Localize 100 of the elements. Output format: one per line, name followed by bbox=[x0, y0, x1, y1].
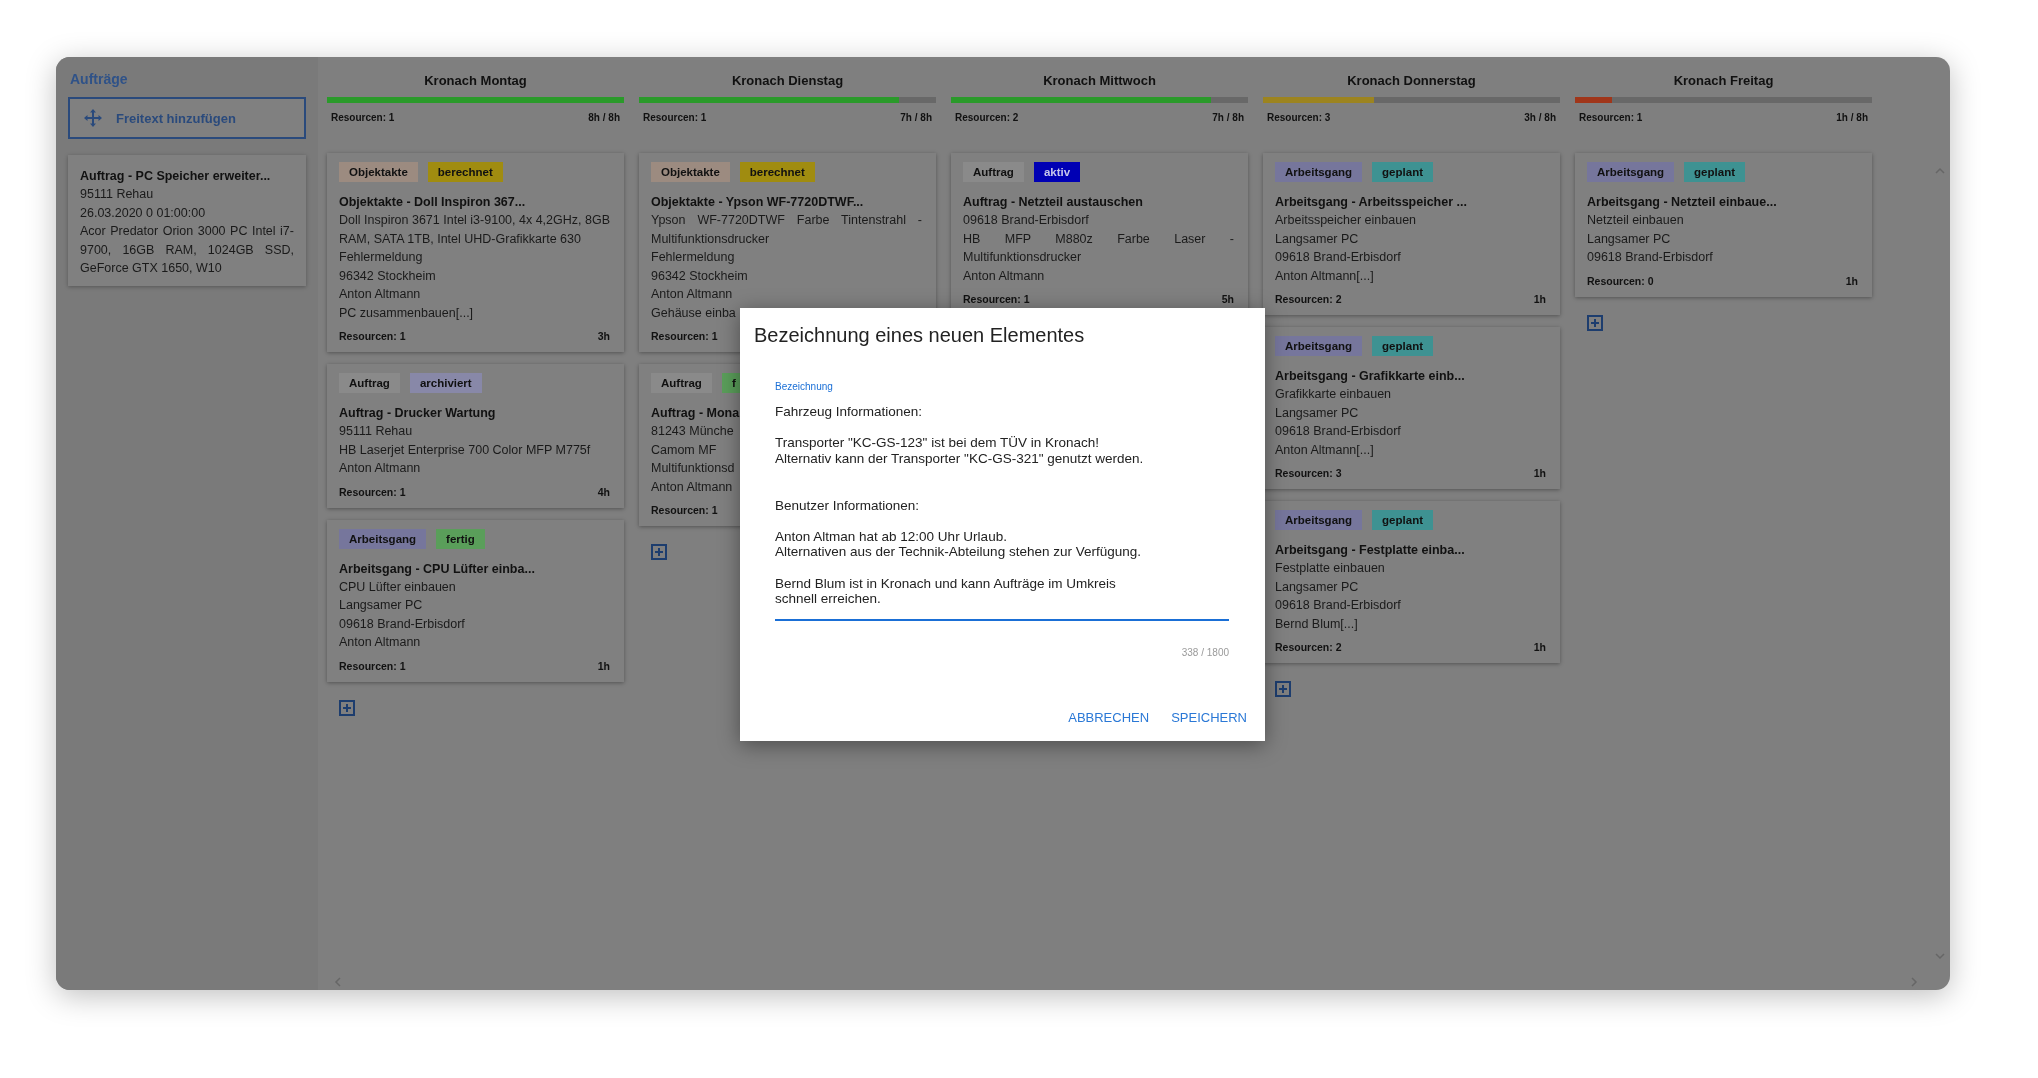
field-label: Bezeichnung bbox=[775, 381, 833, 392]
add-card-icon[interactable] bbox=[1275, 681, 1291, 697]
add-card-icon[interactable] bbox=[1587, 314, 1603, 331]
add-card-icon[interactable] bbox=[339, 699, 355, 716]
order-card[interactable]: Auftrag - PC Speicher erweiter... 95111 Rehau 26.03.2020 0 01:00:00 Acor Predator Orion 3000 PC Intel i7-9700, 16GB RAM, 1024GB SSD, GeForce GTX 1650, W10 bbox=[68, 155, 306, 286]
card-text: Grafikkarte einbauen bbox=[1275, 386, 1392, 403]
scroll-left-icon[interactable] bbox=[332, 976, 344, 988]
card-text: 81243 Münche bbox=[651, 423, 734, 440]
hours-label: 7h / 8h bbox=[1212, 112, 1244, 125]
tag: Arbeitsgang bbox=[1275, 162, 1363, 182]
resource-count: Resourcen: 3 bbox=[1275, 467, 1342, 479]
task-card[interactable]: Arbeitsgang fertig Arbeitsgang - CPU Lüfter einba... CPU Lüfter einbauen Langsamer PC 09618 Brand-Erbisdorf Anton Altmann Resourcen: 1 1h bbox=[327, 519, 624, 682]
card-text: 95111 Rehau bbox=[339, 423, 413, 440]
card-text: 09618 Brand-Erbisdorf bbox=[1275, 423, 1401, 440]
card-text: Camom MF bbox=[651, 441, 717, 459]
tag: berechnet bbox=[739, 162, 815, 182]
hours-label: 4h bbox=[597, 485, 610, 498]
column-title: Kronach Mittwoch bbox=[1042, 73, 1157, 90]
card-text: Anton Altmann bbox=[339, 286, 421, 303]
card-title: Auftrag - Netzteil austauschen bbox=[963, 194, 1143, 211]
task-card[interactable]: Arbeitsgang geplant Arbeitsgang - Netzteil einbaue... Netzteil einbauen Langsamer PC 09618 Brand-Erbisdorf Resourcen: 0 1h bbox=[1575, 153, 1872, 297]
card-text: Anton Altmann bbox=[651, 478, 733, 496]
tag: archiviert bbox=[409, 373, 482, 393]
card-text: Langsamer PC bbox=[339, 597, 423, 614]
task-card[interactable]: Auftrag archiviert Auftrag - Drucker Wartung 95111 Rehau HB Laserjet Enterprise 700 Color MFP M775f Anton Altmann Resourcen: 1 4h bbox=[327, 364, 624, 508]
card-text: Ypson WF-7720DTWF Farbe Tintenstrahl - Multifunktionsdrucker bbox=[651, 212, 922, 248]
tag: geplant bbox=[1372, 510, 1433, 530]
card-text: Netzteil einbauen bbox=[1587, 212, 1684, 229]
card-text: Acor Predator Orion 3000 PC Intel i7-9700, 16GB RAM, 1024GB SSD, GeForce GTX 1650, W10 bbox=[80, 223, 294, 277]
card-text: 09618 Brand-Erbisdorf bbox=[1587, 249, 1713, 266]
card-title: Objektakte - Doll Inspiron 367... bbox=[339, 194, 526, 211]
hours-label: 3h bbox=[597, 330, 610, 342]
card-text: Anton Altmann bbox=[651, 286, 733, 303]
card-text: Langsamer PC bbox=[1587, 230, 1671, 248]
card-text: 96342 Stockheim bbox=[651, 267, 748, 285]
field-value: Fahrzeug Informationen: Transporter "KC-GS-123" ist bei dem TÜV in Kronach! Alternativ kann der Transporter "KC-GS-321" genutzt werden. Benutzer Informationen: Anton Altman hat ab 12:00 Uhr Urlaub. Alternativen aus der Technik-Abteilung stehen zur Verfügung. Bernd Blum ist in Kronach und kann Aufträge im Umkreis schnell erreichen. bbox=[775, 404, 1145, 607]
resource-count: Resourcen: 2 bbox=[1275, 641, 1342, 653]
scroll-down-icon[interactable] bbox=[1934, 950, 1946, 962]
hours-label: 8h / 8h bbox=[588, 112, 620, 125]
column-title: Kronach Dienstag bbox=[730, 73, 845, 90]
hours-label: 7h / 8h bbox=[900, 112, 932, 125]
task-card[interactable]: Arbeitsgang geplant Arbeitsgang - Grafikkarte einb... Grafikkarte einbauen Langsamer PC 09618 Brand-Erbisdorf Anton Altmann[...] Resourcen: 3 1h bbox=[1263, 327, 1560, 489]
card-title: Arbeitsgang - Arbeitsspeicher ... bbox=[1275, 194, 1467, 211]
scroll-right-icon[interactable] bbox=[1908, 976, 1920, 988]
card-text: 95111 Rehau bbox=[80, 186, 155, 203]
dialog-button[interactable]: ABBRECHEN bbox=[1068, 704, 1150, 731]
card-text: Anton Altmann[...] bbox=[1275, 441, 1374, 459]
tag: Auftrag bbox=[339, 373, 400, 393]
tag: Objektakte bbox=[339, 162, 418, 182]
card-text: HB MFP M880z Farbe Laser - Multifunktionsdrucker bbox=[963, 230, 1234, 266]
card-text: PC zusammenbauen[...] bbox=[339, 304, 474, 322]
card-text: Fehlermeldung bbox=[339, 249, 423, 266]
card-text: 26.03.2020 0 01:00:00 bbox=[80, 204, 207, 222]
card-title: Auftrag - Mona bbox=[651, 405, 740, 422]
tag: aktiv bbox=[1033, 162, 1081, 182]
card-title: Auftrag - PC Speicher erweiter... bbox=[80, 168, 272, 185]
resource-count: Resourcen: 1 bbox=[651, 504, 718, 516]
card-text: Doll Inspiron 3671 Intel i3-9100, 4x 4,2GHz, 8GB RAM, SATA 1TB, Intel UHD-Grafikkarte 630 bbox=[339, 212, 610, 248]
task-card[interactable]: Arbeitsgang geplant Arbeitsgang - Arbeitsspeicher ... Arbeitsspeicher einbauen Langsamer PC 09618 Brand-Erbisdorf Anton Altmann[...] Resourcen: 2 1h bbox=[1263, 153, 1560, 315]
hours-label: 1h / 8h bbox=[1836, 112, 1868, 125]
card-title: Auftrag - Drucker Wartung bbox=[339, 405, 496, 422]
hours-label: 1h bbox=[1845, 274, 1858, 287]
add-card-icon[interactable] bbox=[651, 544, 667, 560]
card-text: Langsamer PC bbox=[1275, 404, 1359, 422]
resource-count: Resourcen: 0 bbox=[1587, 274, 1654, 287]
name-field[interactable] bbox=[775, 381, 1229, 621]
card-text: Anton Altmann bbox=[339, 460, 421, 477]
resource-count: Resourcen: 1 bbox=[963, 293, 1030, 305]
card-text: Bernd Blum[...] bbox=[1275, 615, 1358, 633]
card-text: 96342 Stockheim bbox=[339, 267, 436, 285]
column-title: Kronach Donnerstag bbox=[1346, 73, 1477, 90]
card-text: Gehäuse einba bbox=[651, 304, 736, 322]
card-text: Langsamer PC bbox=[1275, 578, 1359, 596]
card-text: Arbeitsspeicher einbauen bbox=[1275, 212, 1417, 229]
task-card[interactable] bbox=[327, 153, 624, 352]
card-title: Arbeitsgang - Festplatte einba... bbox=[1275, 542, 1465, 559]
card-text: Multifunktionsd bbox=[651, 460, 735, 477]
tag: berechnet bbox=[427, 162, 503, 182]
hours-label: 1h bbox=[597, 659, 610, 672]
card-text: Festplatte einbauen bbox=[1275, 560, 1385, 577]
resource-count: Resourcen: 1 bbox=[339, 659, 406, 672]
card-text: CPU Lüfter einbauen bbox=[339, 578, 456, 596]
hours-label: 1h bbox=[1533, 467, 1546, 479]
tag: Auftrag bbox=[963, 162, 1024, 182]
task-card[interactable]: Arbeitsgang geplant Arbeitsgang - Festplatte einba... Festplatte einbauen Langsamer PC 09618 Brand-Erbisdorf Bernd Blum[...] Resourcen: 2 1h bbox=[1263, 501, 1560, 663]
tag: Arbeitsgang bbox=[1587, 162, 1675, 182]
column-title: Kronach Montag bbox=[423, 73, 528, 90]
resource-count: Resourcen: 1 bbox=[339, 485, 406, 498]
resource-count: Resourcen: 2 bbox=[955, 112, 1019, 125]
tag: Auftrag bbox=[651, 373, 712, 393]
hours-label: 3h / 8h bbox=[1524, 112, 1556, 125]
move-icon bbox=[84, 109, 102, 127]
card-text: HB Laserjet Enterprise 700 Color MFP M775f bbox=[339, 441, 591, 459]
dialog-button[interactable]: SPEICHERN bbox=[1171, 704, 1247, 731]
resource-count: Resourcen: 2 bbox=[1275, 293, 1342, 305]
card-text: 09618 Brand-Erbisdorf bbox=[1275, 249, 1401, 266]
resource-count: Resourcen: 3 bbox=[1267, 112, 1331, 125]
resource-count: Resourcen: 1 bbox=[339, 330, 406, 342]
card-title: Arbeitsgang - Netzteil einbaue... bbox=[1587, 194, 1777, 211]
card-text: Langsamer PC bbox=[1275, 230, 1359, 248]
